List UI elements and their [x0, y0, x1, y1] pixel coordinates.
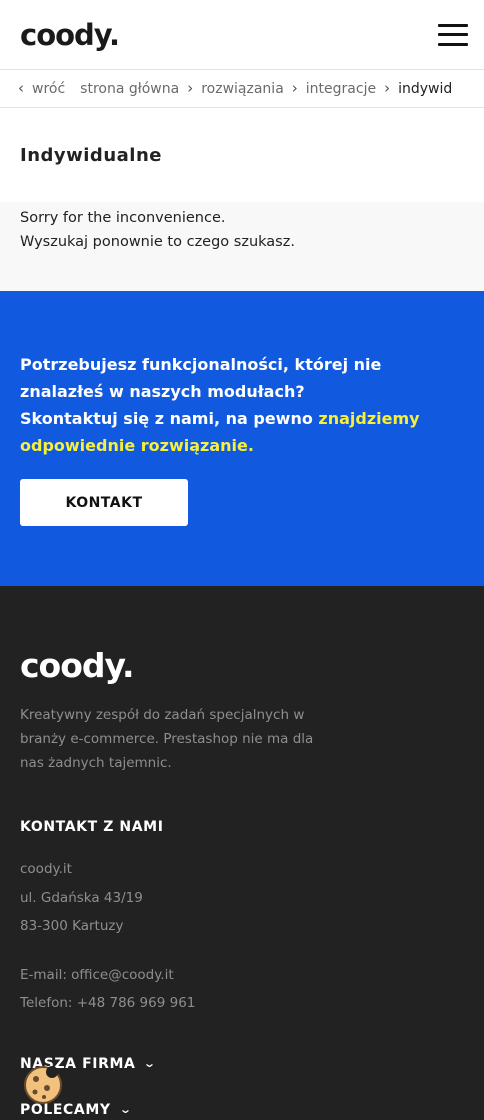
breadcrumb-item-integrations[interactable]: integracje [306, 81, 376, 97]
cta-line-1: Potrzebujesz funkcjonalności, której nie… [20, 355, 382, 401]
breadcrumb: ‹ wróć strona główna › rozwiązania › inte… [0, 70, 484, 108]
breadcrumb-back-label: wróć [32, 80, 66, 97]
footer-description: Kreatywny zespół do zadań specjalnych w … [20, 707, 314, 771]
chevron-left-icon: ‹ [18, 78, 24, 97]
breadcrumb-item-solutions[interactable]: rozwiązania [201, 81, 284, 97]
hamburger-menu-icon[interactable] [438, 23, 468, 46]
accordion-nasza-firma[interactable]: NASZA FIRMA ⌄ [20, 1056, 464, 1072]
footer-email-link[interactable]: E-mail: office@coody.it [20, 967, 174, 983]
footer-logo: coody. [20, 646, 135, 685]
logo-text: coody. [20, 17, 120, 52]
breadcrumb-item-home[interactable]: strona główna [80, 81, 179, 97]
breadcrumb-back-link[interactable]: ‹ wróć [18, 78, 66, 97]
chevron-right-icon: › [187, 79, 194, 97]
page-title: Indywidualne [20, 144, 162, 166]
chevron-right-icon: › [384, 79, 391, 97]
empty-results-message: Sorry for the inconvenience. Wyszukaj po… [0, 202, 484, 291]
site-footer: coody. Kreatywny zespół do zadań specjal… [0, 586, 484, 1120]
logo[interactable]: coody. [20, 17, 120, 52]
message-line-1: Sorry for the inconvenience. [20, 210, 226, 226]
cookie-icon [24, 1066, 62, 1104]
site-header: coody. [0, 0, 484, 70]
address-line-city: 83-300 Kartuzy [20, 918, 124, 934]
page-title-section: Indywidualne [0, 108, 484, 202]
breadcrumb-current: indywid [398, 80, 453, 97]
chevron-down-icon: ⌄ [143, 1057, 158, 1070]
message-line-2: Wyszukaj ponownie to czego szukasz. [20, 234, 295, 250]
chevron-down-icon: ⌄ [118, 1103, 133, 1116]
address-line-street: ul. Gdańska 43/19 [20, 889, 143, 906]
contact-cta-section: Potrzebujesz funkcjonalności, której nie… [0, 291, 484, 586]
cookie-settings-button[interactable] [22, 1064, 64, 1106]
cta-text: Potrzebujesz funkcjonalności, której nie… [20, 351, 460, 459]
footer-contact-lines: E-mail: office@coody.it Telefon: +48 786… [20, 961, 464, 1018]
address-line-company: coody.it [20, 861, 72, 877]
cta-line-2-prefix: Skontaktuj się z nami, na pewno [20, 409, 319, 428]
chevron-right-icon: › [291, 79, 298, 97]
accordion-polecamy[interactable]: POLECAMY ⌄ [20, 1102, 464, 1118]
contact-button[interactable]: KONTAKT [20, 479, 188, 526]
footer-address: coody.it ul. Gdańska 43/19 83-300 Kartuz… [20, 855, 464, 941]
footer-contact-heading: KONTAKT Z NAMI [20, 819, 164, 835]
footer-phone-link[interactable]: Telefon: +48 786 969 961 [20, 995, 195, 1011]
